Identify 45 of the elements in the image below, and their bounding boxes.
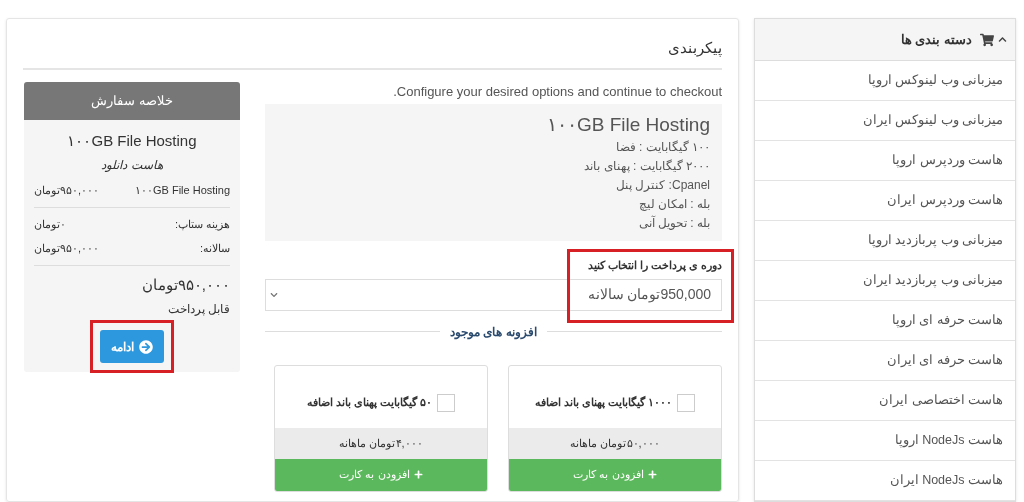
addon-price: ۴,۰۰۰تومان ماهانه [275, 427, 487, 459]
category-link[interactable]: هاست حرفه ای اروپا [755, 301, 1015, 341]
summary-product-group: هاست دانلود [34, 152, 230, 182]
total-amount: ۹۵۰,۰۰۰تومان [140, 274, 230, 296]
category-link[interactable]: هاست NodeJs اروپا [755, 421, 1015, 461]
category-link[interactable]: هاست وردپرس ایران [755, 181, 1015, 221]
addon-label: ۱۰۰۰ گیگابایت پهنای باند اضافه [534, 395, 673, 411]
billing-label: دوره ی پرداخت را انتخاب کنید [586, 258, 722, 274]
total-label: قابل پرداخت [166, 301, 230, 318]
summary-product-name: ۱۰۰GB File Hosting [66, 130, 198, 151]
line-item-price: ۹۵۰,۰۰۰تومان [34, 183, 100, 199]
summary-row-label: سالانه: [199, 241, 230, 256]
sidebar-title: دسته بندی ها [900, 30, 972, 49]
billing-cycle-select[interactable]: 950,000تومان سالانه [265, 278, 722, 311]
sidebar-header[interactable]: دسته بندی ها [755, 19, 1015, 61]
summary-row-value: ۰تومان [34, 216, 66, 232]
summary-row-label: هزینه ستاپ: [174, 216, 230, 232]
product-feature: ۲۰۰۰ گیگابایت : پهنای باند [583, 158, 710, 175]
product-feature: بله : تحویل آنی [637, 214, 710, 232]
dropdown-chevron-icon [270, 290, 278, 299]
category-link[interactable]: هاست NodeJs ایران [755, 461, 1015, 501]
addon-checkbox[interactable] [437, 393, 456, 412]
intro-text: Configure your desired options and continue to checkout. [392, 82, 722, 101]
category-link[interactable]: هاست اختصاصی ایران [755, 381, 1015, 421]
addon-price: ۵۰,۰۰۰تومان ماهانه [509, 427, 721, 459]
category-link[interactable]: میزبانی وب لینوکس اروپا [755, 61, 1015, 101]
line-item-label: ۱۰۰GB File Hosting [134, 183, 230, 198]
category-link[interactable]: هاست حرفه ای ایران [755, 341, 1015, 381]
category-link[interactable]: میزبانی وب پربازدید ایران [755, 261, 1015, 301]
summary-row-value: ۹۵۰,۰۰۰تومان [34, 241, 100, 257]
plus-icon [413, 470, 423, 479]
category-link[interactable]: میزبانی وب پربازدید اروپا [755, 221, 1015, 261]
addon-checkbox[interactable] [677, 393, 696, 412]
plus-icon [647, 470, 657, 479]
addons-heading: افزونه های موجود [450, 323, 537, 341]
product-name: ۱۰۰GB File Hosting [545, 113, 710, 137]
product-feature: Cpanel: کنترل پنل [614, 177, 710, 194]
product-feature: ۱۰۰ گیگابایت : فضا [614, 139, 710, 156]
product-feature: بله : امکان لیچ [637, 196, 710, 213]
category-link[interactable]: میزبانی وب لینوکس ایران [755, 101, 1015, 141]
summary-header: خلاصه سفارش [24, 81, 240, 120]
category-link[interactable]: هاست وردپرس اروپا [755, 141, 1015, 181]
page-title: پیکربندی [23, 19, 722, 70]
addon-label: ۵۰ گیگابایت پهنای باند اضافه [306, 395, 433, 411]
cart-icon [980, 32, 994, 47]
